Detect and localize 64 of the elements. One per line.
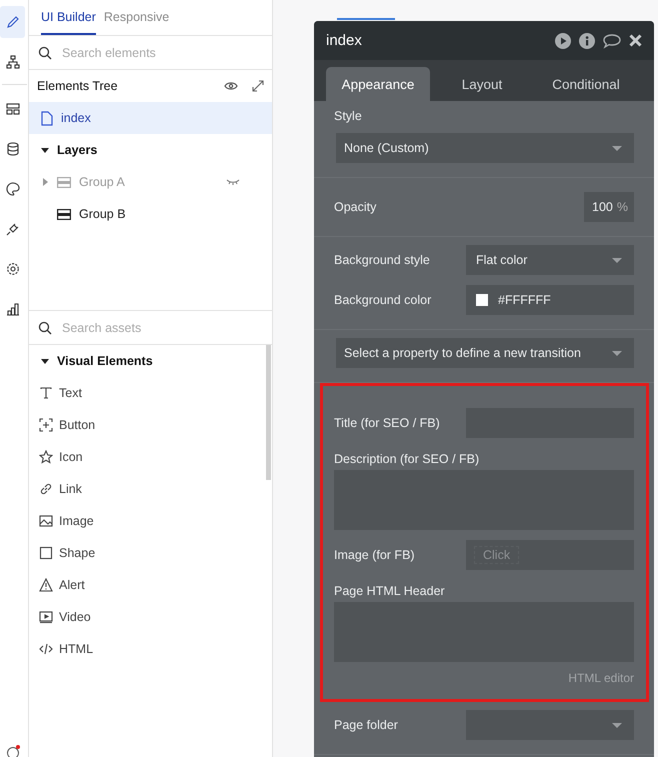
- link-icon: [39, 482, 53, 496]
- alert-icon: [39, 578, 53, 592]
- tree-title: Elements Tree: [37, 79, 119, 93]
- editor-tab[interactable]: Conditional: [534, 67, 638, 101]
- text-icon: [39, 386, 53, 400]
- expand-icon[interactable]: [252, 80, 264, 92]
- editor-tab[interactable]: Appearance: [326, 67, 430, 101]
- asset-item[interactable]: Button: [29, 409, 266, 441]
- caret-icon[interactable]: [41, 146, 49, 154]
- field-label: Page HTML Header: [334, 584, 446, 598]
- field-label: Background color: [334, 293, 432, 307]
- field-label: Description (for SEO / FB): [334, 452, 480, 466]
- field-label: Image (for FB): [334, 548, 415, 562]
- scrollbar[interactable]: [266, 345, 271, 480]
- asset-item[interactable]: Link: [29, 473, 266, 505]
- field-label: Style: [334, 109, 363, 123]
- tree-item[interactable]: index: [29, 102, 272, 134]
- help-icon[interactable]: [7, 745, 21, 757]
- asset-item[interactable]: Video: [29, 601, 266, 633]
- video-icon: [39, 610, 53, 624]
- shape-icon: [39, 546, 53, 560]
- field-label: Opacity: [334, 200, 376, 214]
- group-icon: [57, 208, 71, 220]
- color-field[interactable]: #FFFFFF: [466, 285, 634, 315]
- asset-item[interactable]: Image: [29, 505, 266, 537]
- group-icon: [57, 176, 71, 188]
- search-icon: [38, 46, 52, 60]
- tree-item[interactable]: Group B: [29, 198, 272, 230]
- editor-tab[interactable]: Layout: [430, 67, 534, 101]
- caret-icon: [612, 723, 622, 728]
- html-icon: [39, 642, 53, 656]
- caret-icon[interactable]: [41, 357, 49, 365]
- comment-icon[interactable]: [603, 32, 621, 48]
- page-icon: [41, 110, 53, 126]
- dropdown[interactable]: Flat color: [466, 245, 634, 275]
- caret-icon: [612, 258, 622, 263]
- caret-icon: [612, 351, 622, 356]
- field-label: Background style: [334, 253, 430, 267]
- play-icon[interactable]: [555, 32, 571, 48]
- info-icon[interactable]: [579, 32, 595, 48]
- close-icon[interactable]: [629, 34, 642, 47]
- caret-icon: [612, 146, 622, 151]
- image-icon: [39, 514, 53, 528]
- transition-dropdown[interactable]: Select a property to define a new transition: [336, 338, 634, 368]
- search-field[interactable]: Search elements: [60, 44, 244, 60]
- field-label: Title (for SEO / FB): [334, 416, 440, 430]
- button-icon: [39, 418, 53, 432]
- editor-title: index: [326, 32, 363, 49]
- opacity-field[interactable]: 100 %: [584, 192, 634, 222]
- style-dropdown[interactable]: None (Custom): [336, 133, 634, 163]
- panel-tab[interactable]: UI Builder: [41, 0, 96, 35]
- asset-item[interactable]: HTML: [29, 633, 266, 665]
- search-icon: [38, 320, 52, 334]
- tree-item[interactable]: Layers: [29, 134, 272, 166]
- asset-item[interactable]: Text: [29, 377, 266, 409]
- asset-item[interactable]: Icon: [29, 441, 266, 473]
- asset-item[interactable]: Alert: [29, 569, 266, 601]
- pencil-icon[interactable]: [0, 6, 25, 38]
- hidden-eye-icon[interactable]: [226, 179, 240, 185]
- section-title[interactable]: Visual Elements: [57, 354, 153, 368]
- field-label: Page folder: [334, 718, 398, 732]
- search-field[interactable]: Search assets: [60, 320, 244, 336]
- asset-item[interactable]: Shape: [29, 537, 266, 569]
- eye-icon[interactable]: [224, 81, 238, 91]
